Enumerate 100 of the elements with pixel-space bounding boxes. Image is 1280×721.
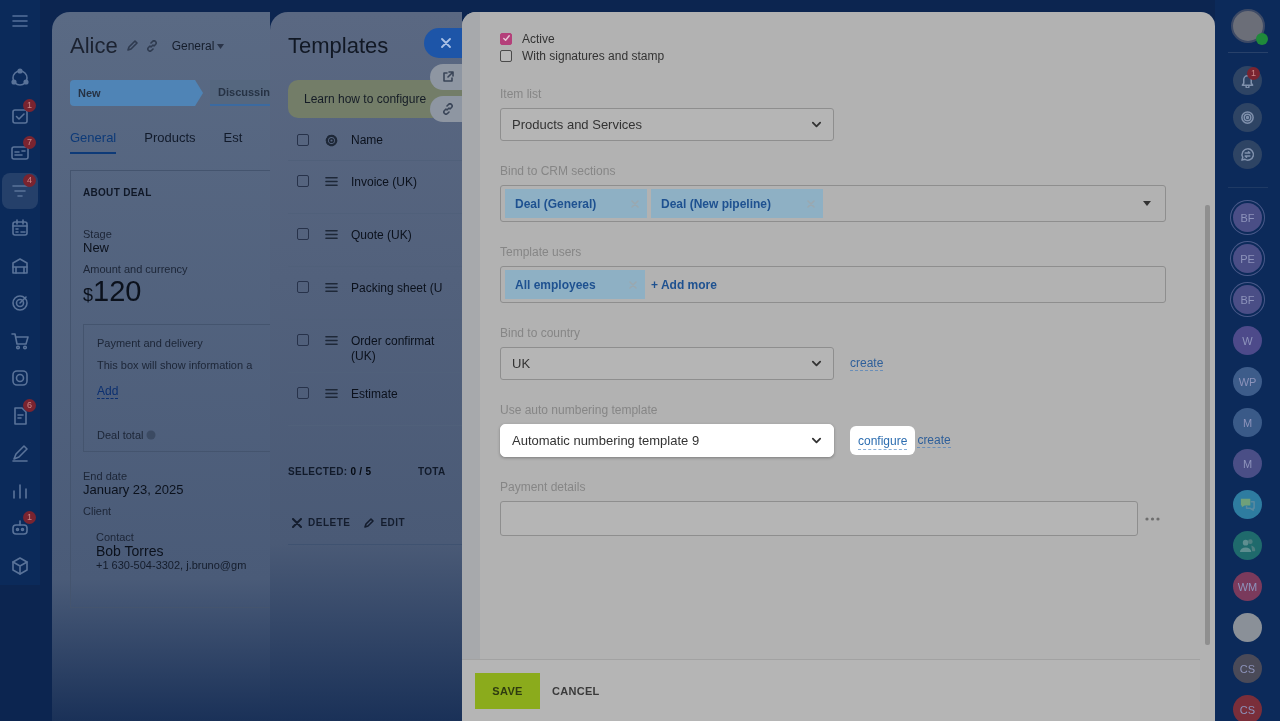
cancel-button[interactable]: CANCEL xyxy=(552,684,600,697)
stage-step[interactable]: New xyxy=(70,80,204,106)
contact-avatar[interactable]: W xyxy=(1233,326,1262,355)
contact-avatar[interactable]: BF xyxy=(1233,285,1262,314)
select-all-checkbox[interactable] xyxy=(297,134,309,146)
drag-handle-icon[interactable] xyxy=(325,281,338,294)
status-dot xyxy=(1255,33,1268,45)
add-link[interactable]: Add xyxy=(97,384,119,399)
add-more-link[interactable]: + Add more xyxy=(651,277,717,292)
create-link[interactable]: create xyxy=(850,356,884,371)
toolbar-button[interactable] xyxy=(1233,140,1262,169)
sidebar-item[interactable]: 7 xyxy=(2,135,38,171)
template-name[interactable]: Quote (UK) xyxy=(351,228,412,243)
template-name[interactable]: Packing sheet (U xyxy=(351,281,443,296)
chat-arrows-icon xyxy=(1240,147,1255,162)
column-header[interactable]: Name xyxy=(351,132,383,148)
select-field[interactable]: Automatic numbering template 9 xyxy=(500,424,834,457)
link-icon xyxy=(442,103,454,115)
check-icon xyxy=(501,34,511,43)
tab[interactable]: Products xyxy=(144,124,196,154)
row-checkbox[interactable] xyxy=(297,175,309,187)
contact-avatar[interactable]: M xyxy=(1233,408,1262,437)
menu-icon[interactable] xyxy=(12,14,28,28)
settings-icon[interactable] xyxy=(325,133,338,147)
dropdown-triangle-icon xyxy=(1143,201,1151,206)
chat-bubbles-icon xyxy=(1239,496,1256,513)
multiselect-field[interactable]: Deal (General) Deal (New pipeline) xyxy=(500,185,1166,222)
selected-chip[interactable]: Deal (General) xyxy=(505,189,647,218)
user-avatar[interactable] xyxy=(1230,9,1265,43)
create-link[interactable]: create xyxy=(917,433,951,448)
toolbar-button[interactable] xyxy=(1233,103,1262,132)
field-label: Stage xyxy=(83,228,113,240)
row-checkbox[interactable] xyxy=(297,387,309,399)
copy-link-button[interactable] xyxy=(430,96,462,122)
contact-avatar[interactable]: PE xyxy=(1233,244,1262,273)
input-field[interactable] xyxy=(500,501,1138,536)
contact-avatar[interactable]: CS xyxy=(1233,654,1262,683)
contact-avatar[interactable]: CS xyxy=(1233,695,1262,721)
notification-badge: 7 xyxy=(23,136,36,149)
drag-handle-icon[interactable] xyxy=(325,387,338,400)
contact-avatar[interactable] xyxy=(1233,531,1262,560)
avatar-placeholder[interactable] xyxy=(1233,613,1262,642)
tab[interactable]: General xyxy=(70,124,117,154)
contact-avatar[interactable]: M xyxy=(1233,449,1262,478)
camera-icon xyxy=(10,368,30,388)
cart-icon xyxy=(10,330,30,351)
notification-badge: 1 xyxy=(23,511,36,524)
select-field[interactable]: UK xyxy=(500,347,834,380)
checkbox[interactable] xyxy=(500,32,512,45)
selected-chip[interactable]: All employees xyxy=(505,270,645,299)
field-label: Contact xyxy=(96,531,135,543)
edit-button[interactable]: EDIT xyxy=(364,517,406,528)
caret-icon[interactable] xyxy=(217,43,225,49)
field-value: New xyxy=(83,240,110,255)
save-button[interactable]: SAVE xyxy=(475,672,540,709)
open-window-button[interactable] xyxy=(430,64,462,90)
pencil-icon xyxy=(364,517,375,528)
box-title: Payment and delivery xyxy=(97,337,204,349)
template-name[interactable]: Order confirmat (UK) xyxy=(351,334,435,364)
more-icon[interactable] xyxy=(1145,516,1160,521)
contact-name[interactable]: Bob Torres xyxy=(96,543,270,559)
field-label: End date xyxy=(83,470,129,482)
row-checkbox[interactable] xyxy=(297,228,309,240)
delete-button[interactable]: DELETE xyxy=(292,517,351,528)
row-checkbox[interactable] xyxy=(297,334,309,346)
template-name[interactable]: Invoice (UK) xyxy=(351,175,418,190)
sidebar-item[interactable]: 4 xyxy=(2,172,38,209)
amount-value: 120 xyxy=(93,275,142,308)
selected-chip[interactable]: Deal (New pipeline) xyxy=(651,189,823,218)
configure-link[interactable]: configure xyxy=(850,426,916,455)
checkbox[interactable] xyxy=(500,49,512,62)
row-checkbox[interactable] xyxy=(297,281,309,293)
close-button[interactable] xyxy=(424,28,462,58)
sidebar-item[interactable]: 1 xyxy=(2,97,38,134)
building-icon xyxy=(10,255,30,276)
notification-badge: 4 xyxy=(23,173,36,187)
circle-dots-icon xyxy=(10,68,30,88)
pencil-icon[interactable] xyxy=(125,40,138,52)
category-dropdown[interactable]: General xyxy=(171,39,215,53)
select-field[interactable]: Products and Services xyxy=(500,108,834,141)
contact-avatar[interactable]: WP xyxy=(1233,367,1262,396)
contact-avatar[interactable]: BF xyxy=(1233,203,1262,232)
external-link-icon xyxy=(442,71,454,83)
multiselect-field[interactable]: All employees + Add more xyxy=(500,266,1166,303)
section-title: ABOUT DEAL xyxy=(83,187,153,198)
link-icon[interactable] xyxy=(145,40,158,52)
field-value: January 23, 2025 xyxy=(83,482,185,497)
drag-handle-icon[interactable] xyxy=(325,175,338,188)
sidebar-item[interactable]: 1 xyxy=(2,510,38,546)
drag-handle-icon[interactable] xyxy=(325,228,338,241)
sidebar-item[interactable]: 6 xyxy=(2,397,38,434)
scrollbar[interactable] xyxy=(1204,205,1210,645)
contact-avatar[interactable] xyxy=(1233,490,1262,519)
stage-step[interactable]: Discussin xyxy=(210,80,270,106)
contact-avatar[interactable]: WM xyxy=(1233,572,1262,601)
drag-handle-icon[interactable] xyxy=(325,334,338,347)
template-name[interactable]: Estimate xyxy=(351,387,398,402)
tab[interactable]: Est xyxy=(223,124,243,154)
chevron-down-icon xyxy=(811,119,822,130)
box-text: This box will show information a xyxy=(97,359,254,371)
